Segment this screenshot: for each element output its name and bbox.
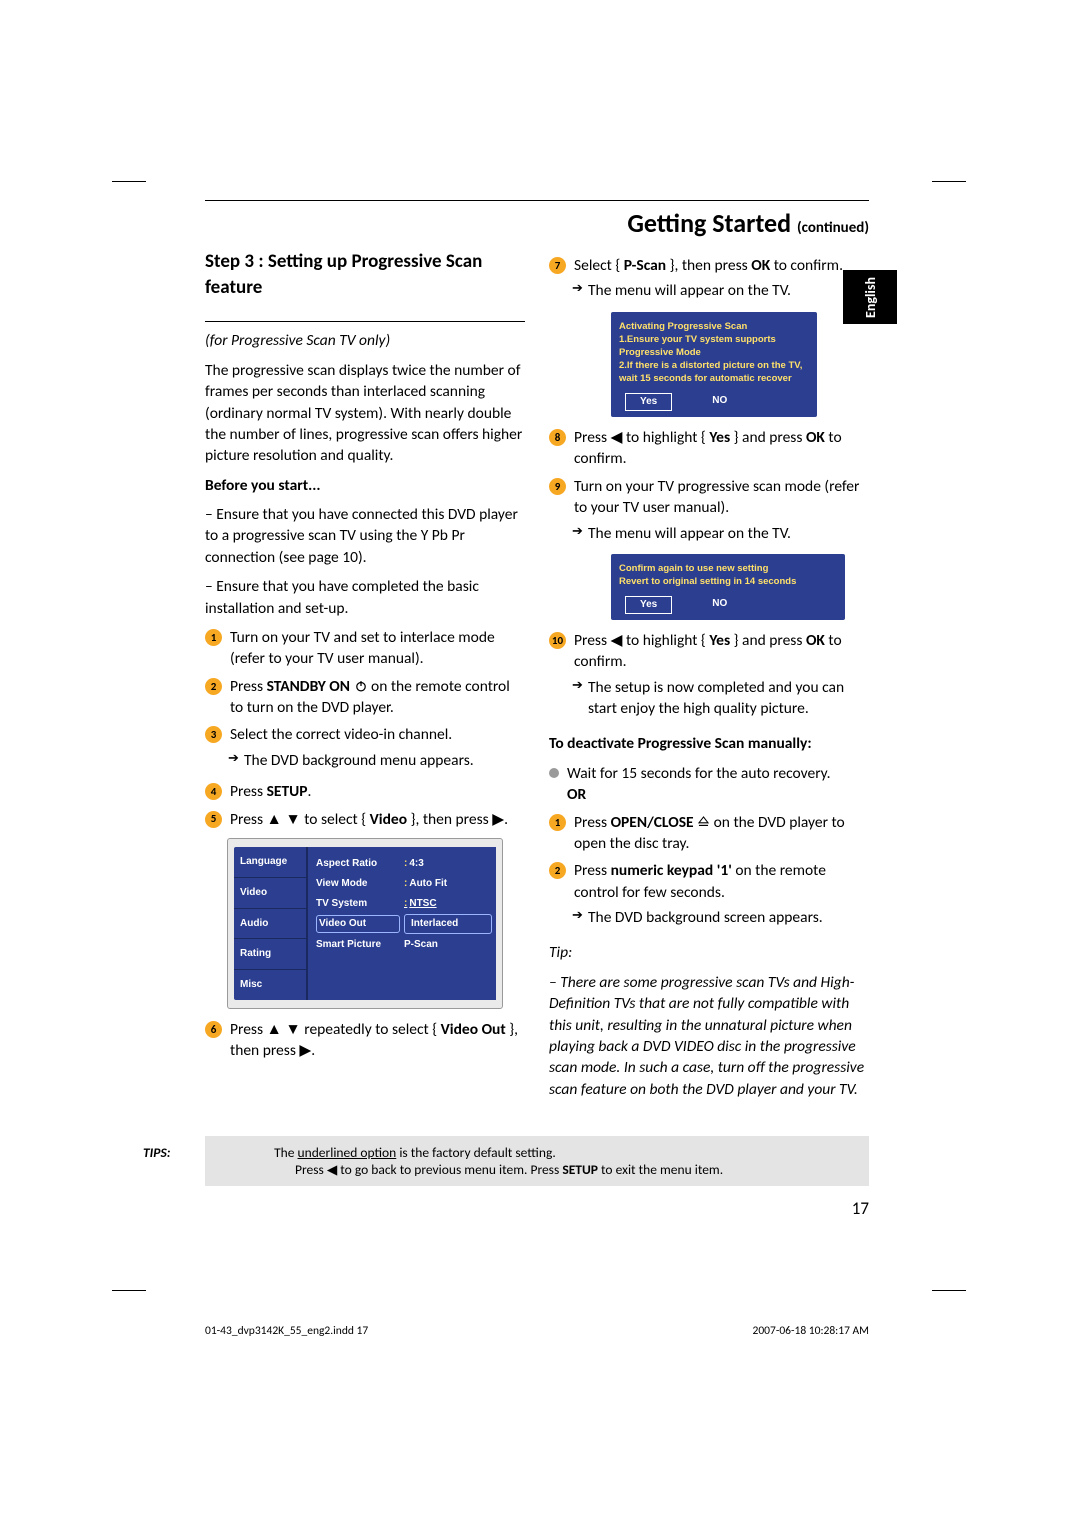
step-9: 9 Turn on your TV progressive scan mode … [549, 476, 869, 548]
dlg2-l2: Revert to original setting in 14 seconds [619, 575, 837, 588]
tip-head: Tip: [549, 942, 869, 963]
page-number: 17 [205, 1198, 869, 1219]
osd-tabs: Language Video Audio Rating Misc [234, 847, 306, 1000]
dlg2-no: NO [698, 596, 741, 614]
step-heading: Step 3 : Setting up Progressive Scan fea… [205, 249, 525, 322]
step-badge-9: 9 [549, 478, 566, 495]
dlg1-head: Activating Progressive Scan [619, 320, 809, 333]
print-footer: 01-43_dvp3142K_55_eng2.indd 17 2007-06-1… [205, 1324, 869, 1338]
deact-step-1-text: Press OPEN/CLOSE on the DVD player to op… [574, 812, 869, 855]
step-badge-6: 6 [205, 1021, 222, 1038]
step-10-sub: The setup is now completed and you can s… [574, 677, 869, 720]
step-10: 10 Press ◀ to highlight { Yes } and pres… [549, 630, 869, 724]
left-column: Step 3 : Setting up Progressive Scan fea… [205, 249, 525, 1108]
osd-tab-language: Language [234, 847, 306, 877]
dlg1-yes: Yes [625, 393, 672, 411]
before-item-1: – Ensure that you have connected this DV… [205, 504, 525, 568]
bullet-icon [549, 768, 559, 778]
step-5-text: Press ▲ ▼ to select { Video }, then pres… [230, 809, 525, 830]
step-8-text: Press ◀ to highlight { Yes } and press O… [574, 427, 869, 470]
header-title: Getting Started [627, 207, 791, 239]
manual-page: Getting Started (continued) English Step… [0, 0, 1080, 1527]
dialog-confirm-pscan: Confirm again to use new setting Revert … [611, 554, 845, 620]
deact-wait: Wait for 15 seconds for the auto recover… [567, 763, 869, 784]
footer-file: 01-43_dvp3142K_55_eng2.indd 17 [205, 1324, 368, 1338]
step-5: 5 Press ▲ ▼ to select { Video }, then pr… [205, 809, 525, 830]
dlg1-l1: 1.Ensure your TV system supports Progres… [619, 333, 809, 359]
step-2: 2 Press STANDBY ON on the remote control… [205, 676, 525, 719]
osd-fields: Aspect Ratio:4:3 View Mode:Auto Fit TV S… [306, 847, 496, 1000]
tips-label: TIPS: [219, 1144, 271, 1161]
step-6-text: Press ▲ ▼ repeatedly to select { Video O… [230, 1019, 525, 1062]
before-item-2: – Ensure that you have completed the bas… [205, 576, 525, 619]
crop-mark [112, 1290, 146, 1291]
eject-icon [697, 815, 710, 828]
note-progressive-only: (for Progressive Scan TV only) [205, 330, 525, 351]
header-continued: (continued) [797, 219, 869, 237]
osd-tab-misc: Misc [234, 969, 306, 1000]
step-9-sub: The menu will appear on the TV. [574, 523, 869, 544]
osd-tab-video: Video [234, 877, 306, 908]
step-6: 6 Press ▲ ▼ repeatedly to select { Video… [205, 1019, 525, 1062]
step-badge-10: 10 [549, 632, 566, 649]
dlg1-no: NO [698, 393, 741, 411]
dlg1-l2: 2.If there is a distorted picture on the… [619, 359, 809, 385]
intro-paragraph: The progressive scan displays twice the … [205, 360, 525, 467]
step-badge-4: 4 [205, 783, 222, 800]
step-3-body: Select the correct video-in channel. The… [230, 724, 525, 775]
step-badge-1: 1 [205, 629, 222, 646]
step-4-text: Press SETUP. [230, 781, 525, 802]
deact-badge-1: 1 [549, 814, 566, 831]
step-10-body: Press ◀ to highlight { Yes } and press O… [574, 630, 869, 724]
dialog-activate-pscan: Activating Progressive Scan 1.Ensure you… [611, 312, 817, 417]
step-9-body: Turn on your TV progressive scan mode (r… [574, 476, 869, 548]
step-4: 4 Press SETUP. [205, 781, 525, 802]
osd-tab-rating: Rating [234, 938, 306, 969]
before-you-start-head: Before you start... [205, 475, 525, 496]
top-rule [205, 200, 869, 201]
deact-step-1: 1 Press OPEN/CLOSE on the DVD player to … [549, 812, 869, 855]
step-1-text: Turn on your TV and set to interlace mod… [230, 627, 525, 670]
step-badge-3: 3 [205, 726, 222, 743]
dlg2-l1: Confirm again to use new setting [619, 562, 837, 575]
deact-step-2-sub: The DVD background screen appears. [574, 907, 869, 928]
section-header: Getting Started (continued) [205, 207, 869, 239]
deact-step-2: 2 Press numeric keypad '1' on the remote… [549, 860, 869, 932]
step-7-text: Select { P-Scan }, then press OK to conf… [574, 255, 869, 306]
step-8: 8 Press ◀ to highlight { Yes } and press… [549, 427, 869, 470]
osd-tab-audio: Audio [234, 908, 306, 939]
deact-badge-2: 2 [549, 862, 566, 879]
step-3: 3 Select the correct video-in channel. T… [205, 724, 525, 775]
dlg2-yes: Yes [625, 596, 672, 614]
deact-step-2-body: Press numeric keypad '1' on the remote c… [574, 860, 869, 932]
footer-timestamp: 2007-06-18 10:28:17 AM [753, 1324, 869, 1338]
step-badge-8: 8 [549, 429, 566, 446]
or-label: OR [567, 784, 869, 805]
step-7-sub: The menu will appear on the TV. [574, 280, 869, 301]
crop-mark [112, 181, 146, 182]
crop-mark [932, 181, 966, 182]
step-7: 7 Select { P-Scan }, then press OK to co… [549, 255, 869, 306]
crop-mark [932, 1290, 966, 1291]
osd-video-menu: Language Video Audio Rating Misc Aspect … [227, 838, 503, 1009]
step-badge-7: 7 [549, 257, 566, 274]
step-1: 1 Turn on your TV and set to interlace m… [205, 627, 525, 670]
deactivate-heading: To deactivate Progressive Scan manually: [549, 733, 869, 754]
step-badge-5: 5 [205, 811, 222, 828]
tips-footer-box: TIPS: The underlined option is the facto… [205, 1136, 869, 1186]
content-area: Getting Started (continued) English Step… [205, 200, 869, 1219]
step-3-sub: The DVD background menu appears. [230, 750, 525, 771]
right-column: 7 Select { P-Scan }, then press OK to co… [549, 249, 869, 1108]
step-2-text: Press STANDBY ON on the remote control t… [230, 676, 525, 719]
deact-bullet: Wait for 15 seconds for the auto recover… [549, 763, 869, 806]
tip-body: – There are some progressive scan TVs an… [549, 972, 869, 1100]
step-badge-2: 2 [205, 678, 222, 695]
power-icon [354, 679, 368, 693]
step-9-text: Turn on your TV progressive scan mode (r… [574, 476, 869, 519]
step-3-text: Select the correct video-in channel. [230, 724, 525, 745]
